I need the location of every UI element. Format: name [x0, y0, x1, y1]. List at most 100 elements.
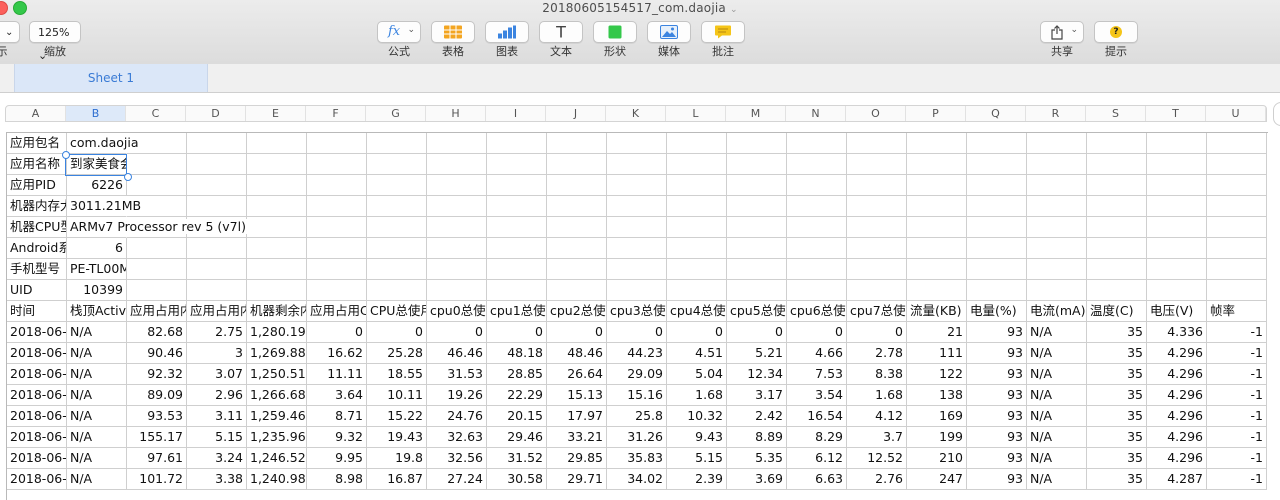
- table-data-cell[interactable]: 26.64: [547, 364, 607, 385]
- table-data-cell[interactable]: 2018-06-: [7, 364, 67, 385]
- table-data-cell[interactable]: 155.17: [127, 427, 187, 448]
- table-data-cell[interactable]: 3.17: [727, 385, 787, 406]
- table-header-cell[interactable]: cpu2总使: [547, 301, 607, 322]
- empty-cell[interactable]: [847, 217, 907, 238]
- table-data-cell[interactable]: 31.26: [607, 427, 667, 448]
- column-header-i[interactable]: I: [486, 106, 546, 121]
- table-data-cell[interactable]: 35: [1087, 469, 1147, 490]
- table-header-cell[interactable]: cpu7总使: [847, 301, 907, 322]
- empty-cell[interactable]: [247, 196, 307, 217]
- table-data-cell[interactable]: 24.76: [427, 406, 487, 427]
- empty-cell[interactable]: [1027, 154, 1087, 175]
- empty-cell[interactable]: [847, 133, 907, 154]
- empty-cell[interactable]: [427, 217, 487, 238]
- empty-cell[interactable]: [1027, 175, 1087, 196]
- table-data-cell[interactable]: 15.13: [547, 385, 607, 406]
- table-data-cell[interactable]: 93: [967, 469, 1027, 490]
- table-data-cell[interactable]: 2018-06-: [7, 469, 67, 490]
- empty-cell[interactable]: [907, 133, 967, 154]
- empty-cell[interactable]: [1207, 217, 1267, 238]
- table-data-cell[interactable]: -1: [1207, 364, 1267, 385]
- empty-cell[interactable]: [247, 175, 307, 196]
- table-data-cell[interactable]: -1: [1207, 322, 1267, 343]
- empty-cell[interactable]: [967, 154, 1027, 175]
- table-data-cell[interactable]: 89.09: [127, 385, 187, 406]
- table-data-cell[interactable]: 210: [907, 448, 967, 469]
- table-data-cell[interactable]: 35: [1087, 448, 1147, 469]
- table-header-cell[interactable]: 流量(KB): [907, 301, 967, 322]
- column-header-k[interactable]: K: [606, 106, 666, 121]
- column-header-c[interactable]: C: [126, 106, 186, 121]
- empty-cell[interactable]: [607, 175, 667, 196]
- table-data-cell[interactable]: 4.51: [667, 343, 727, 364]
- empty-cell[interactable]: [427, 280, 487, 301]
- selection-handle-top-left[interactable]: [62, 151, 70, 159]
- table-data-cell[interactable]: 1.68: [667, 385, 727, 406]
- empty-cell[interactable]: [427, 175, 487, 196]
- empty-cell[interactable]: [367, 133, 427, 154]
- table-header-cell[interactable]: cpu1总使: [487, 301, 547, 322]
- table-data-cell[interactable]: 35: [1087, 364, 1147, 385]
- table-header-cell[interactable]: 电量(%): [967, 301, 1027, 322]
- empty-cell[interactable]: [367, 238, 427, 259]
- table-data-cell[interactable]: 4.12: [847, 406, 907, 427]
- column-header-u[interactable]: U: [1206, 106, 1266, 121]
- empty-cell[interactable]: [247, 259, 307, 280]
- empty-cell[interactable]: [1207, 280, 1267, 301]
- table-data-cell[interactable]: N/A: [1027, 385, 1087, 406]
- empty-cell[interactable]: [667, 259, 727, 280]
- table-data-cell[interactable]: N/A: [67, 322, 127, 343]
- empty-cell[interactable]: [667, 280, 727, 301]
- table-data-cell[interactable]: 93: [967, 343, 1027, 364]
- empty-cell[interactable]: [1207, 133, 1267, 154]
- table-data-cell[interactable]: 3.54: [787, 385, 847, 406]
- table-data-cell[interactable]: 82.68: [127, 322, 187, 343]
- table-data-cell[interactable]: 2.42: [727, 406, 787, 427]
- table-data-cell[interactable]: 1,259.46: [247, 406, 307, 427]
- empty-cell[interactable]: [1027, 259, 1087, 280]
- info-label-cell[interactable]: UID: [7, 280, 67, 301]
- empty-cell[interactable]: [307, 175, 367, 196]
- table-data-cell[interactable]: 8.29: [787, 427, 847, 448]
- table-header-cell[interactable]: 帧率: [1207, 301, 1267, 322]
- table-header-cell[interactable]: cpu4总使: [667, 301, 727, 322]
- table-data-cell[interactable]: 2.96: [187, 385, 247, 406]
- table-data-cell[interactable]: 46.46: [427, 343, 487, 364]
- table-data-cell[interactable]: 7.53: [787, 364, 847, 385]
- empty-cell[interactable]: [547, 217, 607, 238]
- empty-cell[interactable]: [1087, 280, 1147, 301]
- table-data-cell[interactable]: 15.22: [367, 406, 427, 427]
- empty-cell[interactable]: [1147, 259, 1207, 280]
- empty-cell[interactable]: [907, 280, 967, 301]
- column-header-e[interactable]: E: [246, 106, 306, 121]
- table-data-cell[interactable]: 3: [187, 343, 247, 364]
- table-data-cell[interactable]: 5.15: [187, 427, 247, 448]
- empty-cell[interactable]: [127, 259, 187, 280]
- table-data-cell[interactable]: 35: [1087, 322, 1147, 343]
- empty-cell[interactable]: [727, 217, 787, 238]
- table-data-cell[interactable]: N/A: [67, 469, 127, 490]
- table-header-cell[interactable]: cpu0总使: [427, 301, 487, 322]
- table-data-cell[interactable]: 35: [1087, 406, 1147, 427]
- table-data-cell[interactable]: 29.71: [547, 469, 607, 490]
- table-data-cell[interactable]: 9.32: [307, 427, 367, 448]
- table-data-cell[interactable]: 2018-06-: [7, 343, 67, 364]
- table-data-cell[interactable]: 8.38: [847, 364, 907, 385]
- empty-cell[interactable]: [487, 238, 547, 259]
- info-value-cell[interactable]: 到家美食会: [67, 154, 127, 175]
- table-data-cell[interactable]: 29.85: [547, 448, 607, 469]
- empty-cell[interactable]: [967, 196, 1027, 217]
- table-data-cell[interactable]: 93.53: [127, 406, 187, 427]
- empty-cell[interactable]: [787, 217, 847, 238]
- empty-cell[interactable]: [1087, 175, 1147, 196]
- table-data-cell[interactable]: 29.09: [607, 364, 667, 385]
- table-data-cell[interactable]: 0: [307, 322, 367, 343]
- column-header-f[interactable]: F: [306, 106, 366, 121]
- table-data-cell[interactable]: 12.52: [847, 448, 907, 469]
- empty-cell[interactable]: [787, 280, 847, 301]
- empty-cell[interactable]: [667, 154, 727, 175]
- empty-cell[interactable]: [1087, 259, 1147, 280]
- table-data-cell[interactable]: N/A: [1027, 364, 1087, 385]
- empty-cell[interactable]: [247, 217, 307, 238]
- info-label-cell[interactable]: 机器内存大: [7, 196, 67, 217]
